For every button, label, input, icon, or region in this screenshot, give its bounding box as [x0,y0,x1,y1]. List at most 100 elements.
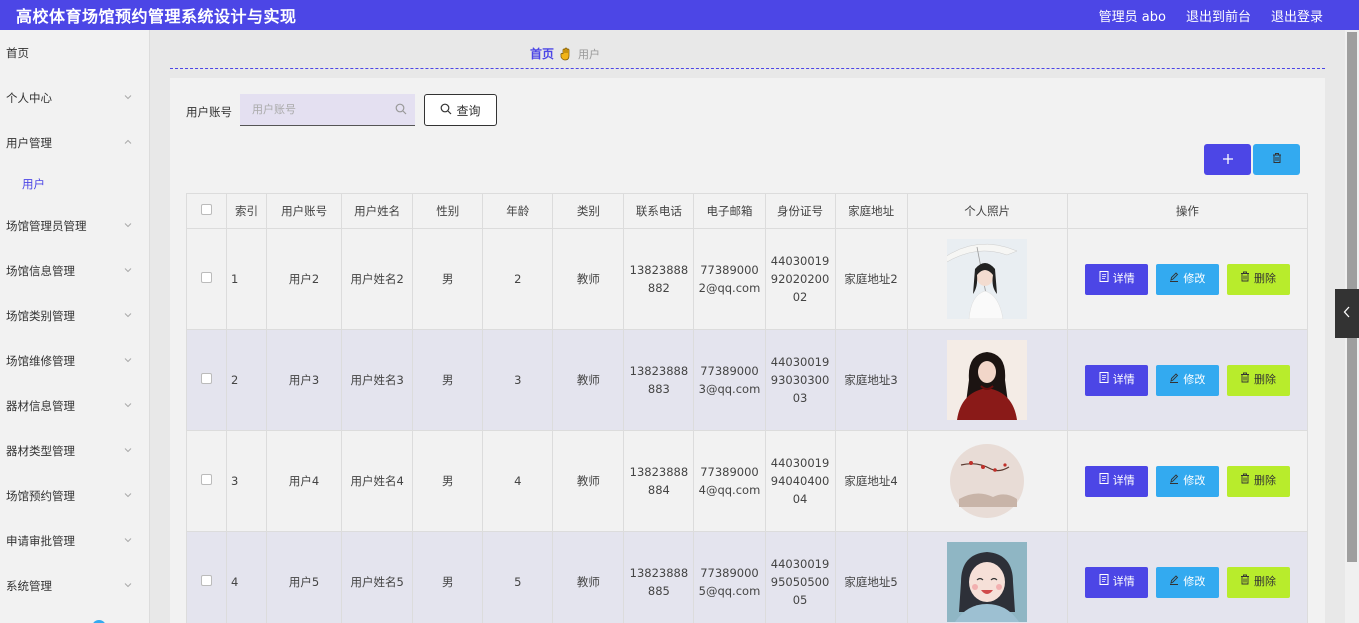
main-content: 首页 用户 用户账号 查询 [150,30,1345,623]
cell-account: 用户2 [266,228,343,330]
detail-button-label: 详情 [1112,272,1135,285]
column-header: 用户账号 [266,193,343,229]
user-photo-plum-blossom[interactable] [947,441,1028,521]
sidebar-item-home[interactable]: 首页 [0,30,149,75]
add-button[interactable] [1204,144,1251,175]
sidebar-item-label: 个人中心 [6,90,52,105]
cell-gender: 男 [412,228,484,330]
back-to-front-link[interactable]: 退出到前台 [1186,6,1251,25]
cell-index: 2 [226,329,268,431]
delete-button[interactable]: 删除 [1226,263,1290,295]
cell-age: 2 [482,228,554,330]
row-checkbox[interactable] [201,575,213,586]
delete-button[interactable]: 删除 [1226,566,1290,598]
cell-phone: 13823888882 [623,228,695,330]
search-input[interactable] [252,103,387,116]
breadcrumb: 首页 用户 [530,45,600,62]
cell-email: 773890003@qq.com [693,329,766,431]
cell-actions: 详情 修改 删除 [1066,228,1309,330]
user-photo-cartoon-girl[interactable] [947,542,1028,622]
cell-phone: 13823888885 [623,531,695,623]
table-row: 2 用户3 用户姓名3 男 3 教师 13823888883 773890003… [185,329,1309,431]
detail-button[interactable]: 详情 [1085,566,1149,598]
pencil-icon [1169,270,1179,288]
sidebar-item-equipment-info-management[interactable]: 器材信息管理 [0,383,149,428]
cell-address: 家庭地址5 [834,531,908,623]
user-photo-red-dress[interactable] [947,340,1028,420]
sidebar-item-label: 器材信息管理 [6,398,75,413]
edit-button[interactable]: 修改 [1155,465,1219,497]
cell-age: 4 [482,430,554,532]
sidebar-item-equipment-type-management[interactable]: 器材类型管理 [0,428,149,473]
sidebar: 首页 个人中心 用户管理 用户 场馆管理员管理 场馆信息管理 场馆类别管理 场馆… [0,30,150,623]
pencil-icon [1169,371,1179,389]
sidebar-item-user-management[interactable]: 用户管理 [0,120,149,165]
sidebar-item-venue-booking-management[interactable]: 场馆预约管理 [0,473,149,518]
pencil-icon [1169,472,1179,490]
collapse-panel-button[interactable] [1335,289,1359,338]
query-button-label: 查询 [456,103,481,118]
edit-button[interactable]: 修改 [1155,263,1219,295]
cell-category: 教师 [552,531,625,623]
sidebar-item-venue-info-management[interactable]: 场馆信息管理 [0,248,149,293]
logout-link[interactable]: 退出登录 [1271,6,1323,25]
query-button[interactable]: 查询 [424,94,497,126]
detail-button-label: 详情 [1112,575,1135,588]
cell-name: 用户姓名3 [341,329,414,431]
cell-photo [906,430,1068,532]
sidebar-subitem-users[interactable]: 用户 [0,165,149,203]
cell-name: 用户姓名5 [341,531,414,623]
sidebar-item-label: 首页 [6,45,29,60]
row-checkbox[interactable] [201,373,213,384]
sidebar-item-approval-management[interactable]: 申请审批管理 [0,518,149,563]
delete-button-label: 删除 [1254,272,1277,285]
trash-icon [1240,472,1250,490]
cell-id-number: 440300199202020002 [764,228,836,330]
cell-email: 773890005@qq.com [693,531,766,623]
search-icon [440,103,452,118]
select-all-checkbox[interactable] [201,204,213,215]
edit-button[interactable]: 修改 [1155,364,1219,396]
sidebar-item-venue-admin-management[interactable]: 场馆管理员管理 [0,203,149,248]
detail-button[interactable]: 详情 [1085,465,1149,497]
trash-icon [1271,152,1283,167]
batch-delete-button[interactable] [1253,144,1300,175]
sidebar-item-label: 器材类型管理 [6,443,75,458]
edit-button-label: 修改 [1183,575,1206,588]
cell-phone: 13823888884 [623,430,695,532]
row-select-cell [185,329,228,431]
cell-phone: 13823888883 [623,329,695,431]
chevron-down-icon [123,92,133,102]
cell-address: 家庭地址2 [834,228,908,330]
cell-index: 3 [226,430,268,532]
delete-button[interactable]: 删除 [1226,465,1290,497]
breadcrumb-home[interactable]: 首页 [530,45,554,62]
row-checkbox[interactable] [201,272,213,283]
chevron-down-icon [123,310,133,320]
detail-button[interactable]: 详情 [1085,263,1149,295]
admin-username[interactable]: 管理员 abo [1099,6,1166,25]
column-header: 年龄 [482,193,554,229]
chevron-up-icon [123,137,133,147]
edit-button[interactable]: 修改 [1155,566,1219,598]
delete-button[interactable]: 删除 [1226,364,1290,396]
delete-button-label: 删除 [1254,575,1277,588]
trash-icon [1240,371,1250,389]
detail-button-label: 详情 [1112,474,1135,487]
sidebar-item-venue-category-management[interactable]: 场馆类别管理 [0,293,149,338]
chevron-down-icon [123,580,133,590]
cell-category: 教师 [552,228,625,330]
cell-account: 用户5 [266,531,343,623]
document-icon [1099,472,1109,490]
detail-button[interactable]: 详情 [1085,364,1149,396]
sidebar-item-label: 场馆类别管理 [6,308,75,323]
chevron-down-icon [123,265,133,275]
edit-button-label: 修改 [1183,373,1206,386]
chevron-down-icon [123,445,133,455]
sidebar-item-personal-center[interactable]: 个人中心 [0,75,149,120]
sidebar-item-system-management[interactable]: 系统管理 [0,563,149,608]
row-checkbox[interactable] [201,474,213,485]
row-select-cell [185,430,228,532]
user-photo-umbrella[interactable] [947,239,1028,319]
sidebar-item-venue-repair-management[interactable]: 场馆维修管理 [0,338,149,383]
